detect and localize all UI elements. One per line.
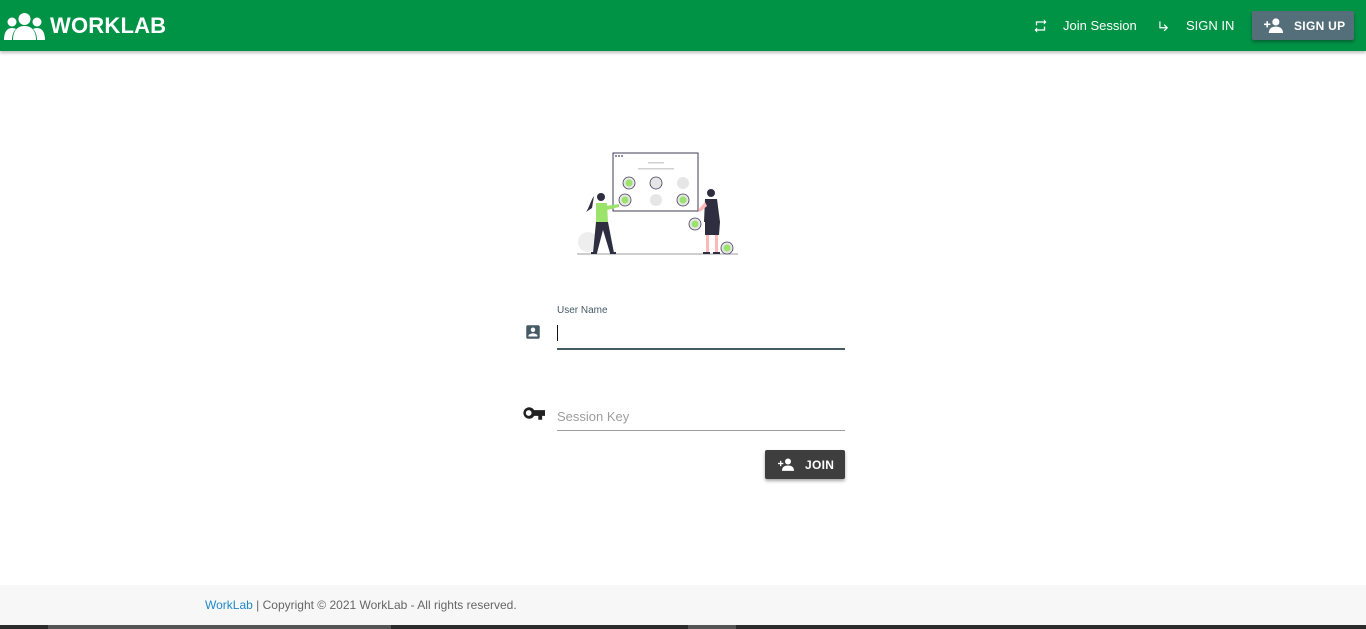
footer-worklab-link[interactable]: WorkLab (205, 598, 253, 612)
group-icon (4, 12, 45, 40)
text-cursor (557, 325, 558, 341)
top-navbar: WORKLAB Join Session SIGN IN SIGN UP (0, 0, 1366, 51)
brand-name: WORKLAB (50, 12, 167, 38)
sign-up-button[interactable]: SIGN UP (1252, 11, 1354, 40)
join-session-link[interactable]: Join Session (1032, 0, 1137, 51)
bottom-strip-segment (48, 625, 391, 629)
footer: WorkLab | Copyright © 2021 WorkLab - All… (0, 585, 1366, 625)
repeat-icon (1034, 18, 1047, 33)
sign-up-label: SIGN UP (1294, 18, 1346, 33)
join-session-label: Join Session (1063, 18, 1137, 33)
sign-in-label: SIGN IN (1186, 18, 1235, 33)
bottom-strip (0, 625, 1366, 629)
account-box-icon (526, 325, 540, 339)
collaboration-illustration (577, 152, 738, 255)
footer-copyright: | Copyright © 2021 WorkLab - All rights … (252, 598, 517, 612)
username-input[interactable] (557, 322, 845, 350)
sign-in-link[interactable]: SIGN IN (1157, 0, 1234, 51)
footer-text: WorkLab | Copyright © 2021 WorkLab - All… (205, 598, 517, 612)
key-icon (523, 407, 545, 420)
person-add-icon (1264, 18, 1283, 33)
username-label: User Name (557, 305, 608, 316)
bottom-strip-segment (688, 625, 736, 629)
subdirectory-arrow-right-icon (1159, 20, 1169, 31)
session-key-input[interactable] (557, 403, 845, 431)
join-button[interactable]: JOIN (765, 450, 845, 479)
person-add-icon (778, 458, 794, 471)
brand-logo[interactable]: WORKLAB (4, 10, 166, 41)
join-label: JOIN (805, 457, 835, 472)
